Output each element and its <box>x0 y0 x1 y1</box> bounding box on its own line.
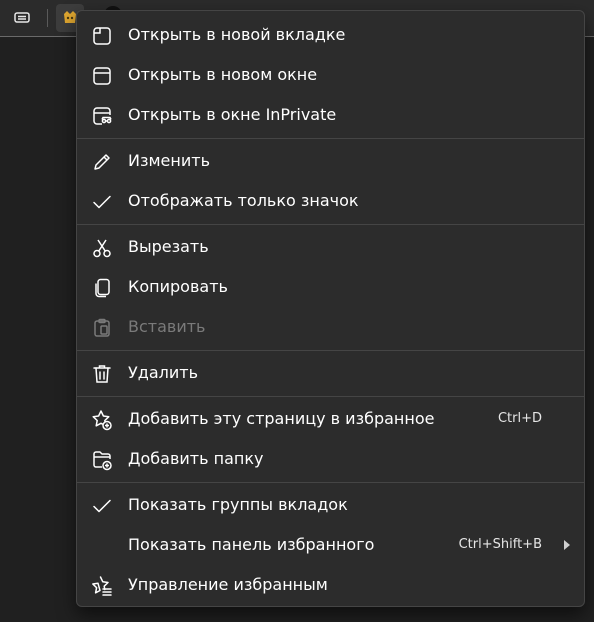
tab-actions-icon[interactable] <box>8 4 36 32</box>
menu-item-open-inprivate[interactable]: Открыть в окне InPrivate <box>77 95 584 135</box>
menu-item-show-tab-groups[interactable]: Показать группы вкладок <box>77 485 584 525</box>
menu-item-label: Изменить <box>128 151 210 170</box>
menu-divider <box>77 350 584 351</box>
menu-item-label: Вставить <box>128 317 206 336</box>
menu-item-show-icon-only[interactable]: Отображать только значок <box>77 181 584 221</box>
folder-add-icon <box>91 449 113 471</box>
copy-icon <box>91 277 113 299</box>
menu-item-edit[interactable]: Изменить <box>77 141 584 181</box>
checkmark-icon <box>91 495 113 517</box>
menu-item-copy[interactable]: Копировать <box>77 267 584 307</box>
menu-divider <box>77 224 584 225</box>
menu-item-open-new-tab[interactable]: Открыть в новой вкладке <box>77 15 584 55</box>
shortcut-text: Ctrl+Shift+B <box>458 537 542 552</box>
menu-divider <box>77 396 584 397</box>
menu-item-paste: Вставить <box>77 307 584 347</box>
menu-item-label: Добавить папку <box>128 449 264 468</box>
menu-item-label: Открыть в окне InPrivate <box>128 105 337 124</box>
checkmark-icon <box>91 191 113 213</box>
menu-item-label: Показать панель избранного <box>128 535 375 554</box>
menu-item-show-favorites-bar[interactable]: Показать панель избранного Ctrl+Shift+B <box>77 525 584 565</box>
trash-icon <box>91 363 113 385</box>
menu-item-label: Вырезать <box>128 237 209 256</box>
menu-item-cut[interactable]: Вырезать <box>77 227 584 267</box>
menu-item-manage-favorites[interactable]: Управление избранным <box>77 565 584 605</box>
favorites-bar-divider <box>47 9 48 27</box>
paste-icon <box>91 317 113 339</box>
shortcut-text: Ctrl+D <box>497 411 542 426</box>
menu-item-label: Управление избранным <box>128 575 328 594</box>
menu-divider <box>77 482 584 483</box>
menu-item-label: Удалить <box>128 363 198 382</box>
submenu-arrow-icon <box>564 540 570 550</box>
star-manage-icon <box>91 575 113 597</box>
new-window-icon <box>91 65 113 87</box>
menu-item-label: Отображать только значок <box>128 191 359 210</box>
menu-item-label: Добавить эту страницу в избранное <box>128 409 435 428</box>
menu-item-label: Открыть в новом окне <box>128 65 318 84</box>
inprivate-icon <box>91 105 113 127</box>
pencil-icon <box>91 151 113 173</box>
menu-item-add-folder[interactable]: Добавить папку <box>77 439 584 479</box>
menu-item-open-new-window[interactable]: Открыть в новом окне <box>77 55 584 95</box>
menu-item-label: Показать группы вкладок <box>128 495 348 514</box>
star-add-icon <box>91 409 113 431</box>
menu-item-delete[interactable]: Удалить <box>77 353 584 393</box>
new-tab-icon <box>91 25 113 47</box>
context-menu: Открыть в новой вкладке Открыть в новом … <box>76 10 585 607</box>
menu-item-add-to-favorites[interactable]: Добавить эту страницу в избранное Ctrl+D <box>77 399 584 439</box>
menu-item-label: Копировать <box>128 277 228 296</box>
menu-divider <box>77 138 584 139</box>
scissors-icon <box>91 237 113 259</box>
menu-item-label: Открыть в новой вкладке <box>128 25 346 44</box>
